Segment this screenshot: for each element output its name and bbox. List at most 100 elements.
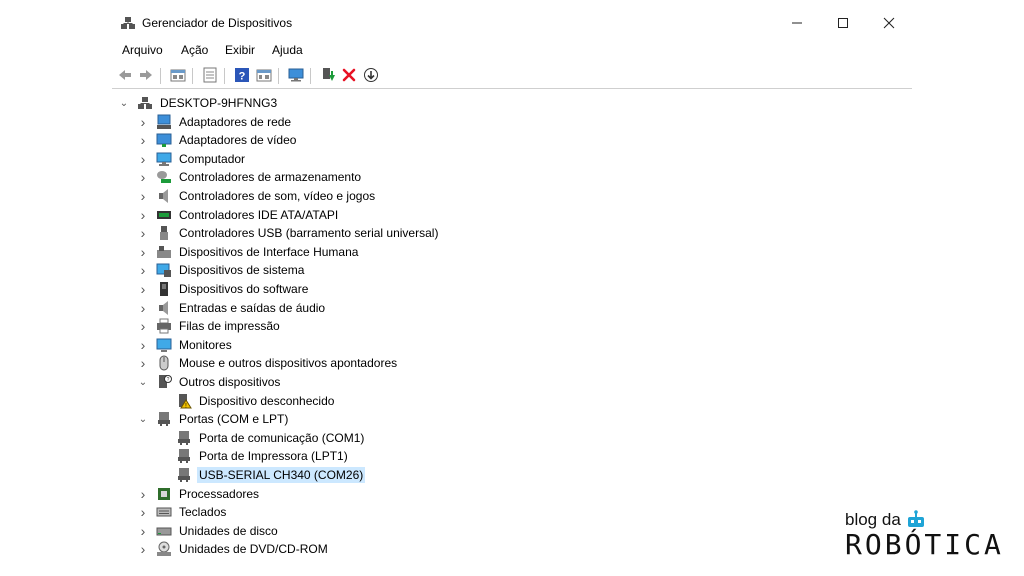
unknown-device-warning-icon: ! bbox=[179, 393, 192, 409]
chevron-right-icon[interactable]: › bbox=[137, 318, 149, 334]
chevron-right-icon[interactable]: › bbox=[137, 244, 149, 260]
minimize-button[interactable] bbox=[777, 12, 817, 34]
chevron-right-icon[interactable]: › bbox=[137, 188, 149, 204]
watermark-line2: ROBÓTICA bbox=[845, 528, 1004, 561]
chevron-right-icon[interactable]: › bbox=[137, 300, 149, 316]
port-icon bbox=[178, 468, 190, 482]
chevron-right-icon[interactable]: › bbox=[137, 523, 149, 539]
tree-item-entradas-e-saidas-de-audio[interactable]: › Entradas e saídas de áudio bbox=[137, 299, 327, 317]
tree-item-unidades-de-disco[interactable]: › Unidades de disco bbox=[137, 522, 280, 540]
tree-item-dispositivos-de-sistema[interactable]: › Dispositivos de sistema bbox=[137, 261, 306, 279]
tree-item-filas-de-impressao[interactable]: › Filas de impressão bbox=[137, 317, 282, 335]
tree-item-label: Portas (COM e LPT) bbox=[179, 412, 289, 427]
menu-acao[interactable]: Ação bbox=[181, 43, 208, 57]
tree-item-label: USB-SERIAL CH340 (COM26) bbox=[197, 467, 366, 483]
tree-item-adaptadores-de-video[interactable]: › Adaptadores de vídeo bbox=[137, 131, 298, 149]
chevron-right-icon[interactable]: › bbox=[137, 151, 149, 167]
menu-ajuda[interactable]: Ajuda bbox=[272, 43, 303, 57]
download-icon[interactable] bbox=[363, 67, 379, 83]
uninstall-icon[interactable] bbox=[341, 67, 357, 83]
tree-item-label: Entradas e saídas de áudio bbox=[179, 300, 326, 315]
chevron-right-icon[interactable]: › bbox=[137, 541, 149, 557]
tree-item-mouse-e-outros-dispositivos-apontadores[interactable]: › Mouse e outros dispositivos apontadores bbox=[137, 354, 399, 372]
hid-icon bbox=[157, 245, 171, 258]
chevron-right-icon[interactable]: › bbox=[137, 504, 149, 520]
tree-item-portas-com-e-lpt[interactable]: ⌄ Portas (COM e LPT) bbox=[137, 410, 290, 428]
tree-item-label: Adaptadores de rede bbox=[179, 114, 292, 129]
update-driver-icon[interactable] bbox=[202, 67, 218, 83]
title-bar: Gerenciador de Dispositivos bbox=[112, 10, 912, 36]
tree-item-processadores[interactable]: › Processadores bbox=[137, 485, 261, 503]
chevron-right-icon[interactable]: › bbox=[137, 132, 149, 148]
toolbar-separator bbox=[278, 68, 279, 84]
chevron-right-icon[interactable]: › bbox=[137, 355, 149, 371]
toolbar: ? bbox=[112, 62, 912, 89]
tree-item-dispositivos-do-software[interactable]: › Dispositivos do software bbox=[137, 280, 310, 298]
chevron-right-icon[interactable]: › bbox=[137, 486, 149, 502]
tree-item-dispositivo-desconhecido[interactable]: ! Dispositivo desconhecido bbox=[157, 392, 336, 410]
chevron-right-icon[interactable]: › bbox=[137, 281, 149, 297]
menu-bar: Arquivo Ação Exibir Ajuda bbox=[112, 40, 912, 60]
tree-item-label: Computador bbox=[179, 151, 246, 166]
help-icon[interactable]: ? bbox=[234, 67, 250, 83]
tree-item-porta-de-comunicacao-com1[interactable]: Porta de comunicação (COM1) bbox=[157, 429, 366, 447]
tree-item-label: Controladores USB (barramento serial uni… bbox=[179, 226, 439, 241]
display-adapter-icon bbox=[156, 133, 172, 148]
keyboard-icon bbox=[156, 507, 172, 517]
chevron-right-icon[interactable]: › bbox=[137, 114, 149, 130]
monitor-icon bbox=[156, 338, 172, 352]
tree-item-porta-de-impressora-lpt1[interactable]: Porta de Impressora (LPT1) bbox=[157, 447, 350, 465]
software-device-icon bbox=[160, 282, 168, 296]
add-driver-icon[interactable] bbox=[320, 67, 336, 83]
tree-item-controladores-de-som-video-e-jogos[interactable]: › Controladores de som, vídeo e jogos bbox=[137, 187, 377, 205]
tree-item-outros-dispositivos[interactable]: ⌄? Outros dispositivos bbox=[137, 373, 282, 391]
tree-item-label: Teclados bbox=[179, 505, 227, 520]
tree-item-unidades-de-dvd-cd-rom[interactable]: › Unidades de DVD/CD-ROM bbox=[137, 540, 330, 558]
forward-icon[interactable] bbox=[138, 67, 154, 83]
usb-icon bbox=[160, 226, 168, 241]
robot-logo-icon bbox=[908, 510, 924, 527]
chevron-down-icon[interactable]: ⌄ bbox=[137, 413, 149, 425]
watermark-line1: blog da bbox=[845, 510, 901, 529]
tree-item-teclados[interactable]: › Teclados bbox=[137, 503, 228, 521]
properties-icon[interactable] bbox=[170, 67, 186, 83]
blog-da-robotica-watermark: blog da ROBÓTICA bbox=[845, 510, 1020, 566]
toolbar-separator bbox=[310, 68, 311, 84]
maximize-button[interactable] bbox=[823, 12, 863, 34]
printer-icon bbox=[157, 318, 171, 334]
tree-item-label: Porta de comunicação (COM1) bbox=[199, 430, 365, 445]
chevron-right-icon[interactable]: › bbox=[137, 225, 149, 241]
tree-item-label: Monitores bbox=[179, 337, 232, 352]
other-devices-icon: ? bbox=[159, 375, 172, 388]
tree-item-usb-serial-ch340-com26[interactable]: USB-SERIAL CH340 (COM26) bbox=[157, 466, 366, 484]
chevron-right-icon[interactable]: › bbox=[137, 337, 149, 353]
tree-item-computador[interactable]: › Computador bbox=[137, 150, 247, 168]
tree-item-dispositivos-de-interface-humana[interactable]: › Dispositivos de Interface Humana bbox=[137, 243, 360, 261]
port-icon bbox=[178, 430, 190, 445]
tree-item-adaptadores-de-rede[interactable]: › Adaptadores de rede bbox=[137, 113, 293, 131]
audio-icon bbox=[159, 300, 168, 315]
port-icon bbox=[158, 412, 170, 427]
chevron-down-icon[interactable]: ⌄ bbox=[118, 97, 130, 109]
tree-item-label: Filas de impressão bbox=[179, 319, 280, 334]
scan-hardware-icon[interactable] bbox=[288, 67, 304, 83]
window-title: Gerenciador de Dispositivos bbox=[142, 16, 293, 30]
chevron-right-icon[interactable]: › bbox=[137, 262, 149, 278]
tree-root-label: DESKTOP-9HFNNG3 bbox=[160, 96, 278, 110]
chevron-down-icon[interactable]: ⌄ bbox=[137, 376, 149, 388]
tree-item-controladores-de-armazenamento[interactable]: › Controladores de armazenamento bbox=[137, 168, 363, 186]
tree-item-controladores-usb-barramento-serial-universal[interactable]: › Controladores USB (barramento serial un… bbox=[137, 224, 440, 242]
device-manager-app-icon bbox=[121, 17, 135, 29]
tree-root[interactable]: ⌄ DESKTOP-9HFNNG3 bbox=[118, 94, 279, 112]
chevron-right-icon[interactable]: › bbox=[137, 207, 149, 223]
back-icon[interactable] bbox=[117, 67, 133, 83]
view-icon[interactable] bbox=[256, 67, 272, 83]
menu-exibir[interactable]: Exibir bbox=[225, 43, 255, 57]
menu-arquivo[interactable]: Arquivo bbox=[122, 43, 163, 57]
close-button[interactable] bbox=[869, 12, 909, 34]
chevron-right-icon[interactable]: › bbox=[137, 169, 149, 185]
tree-item-controladores-ide-ata-atapi[interactable]: › Controladores IDE ATA/ATAPI bbox=[137, 206, 340, 224]
ide-controller-icon bbox=[157, 210, 171, 219]
system-device-icon bbox=[156, 263, 171, 278]
tree-item-monitores[interactable]: › Monitores bbox=[137, 336, 234, 354]
